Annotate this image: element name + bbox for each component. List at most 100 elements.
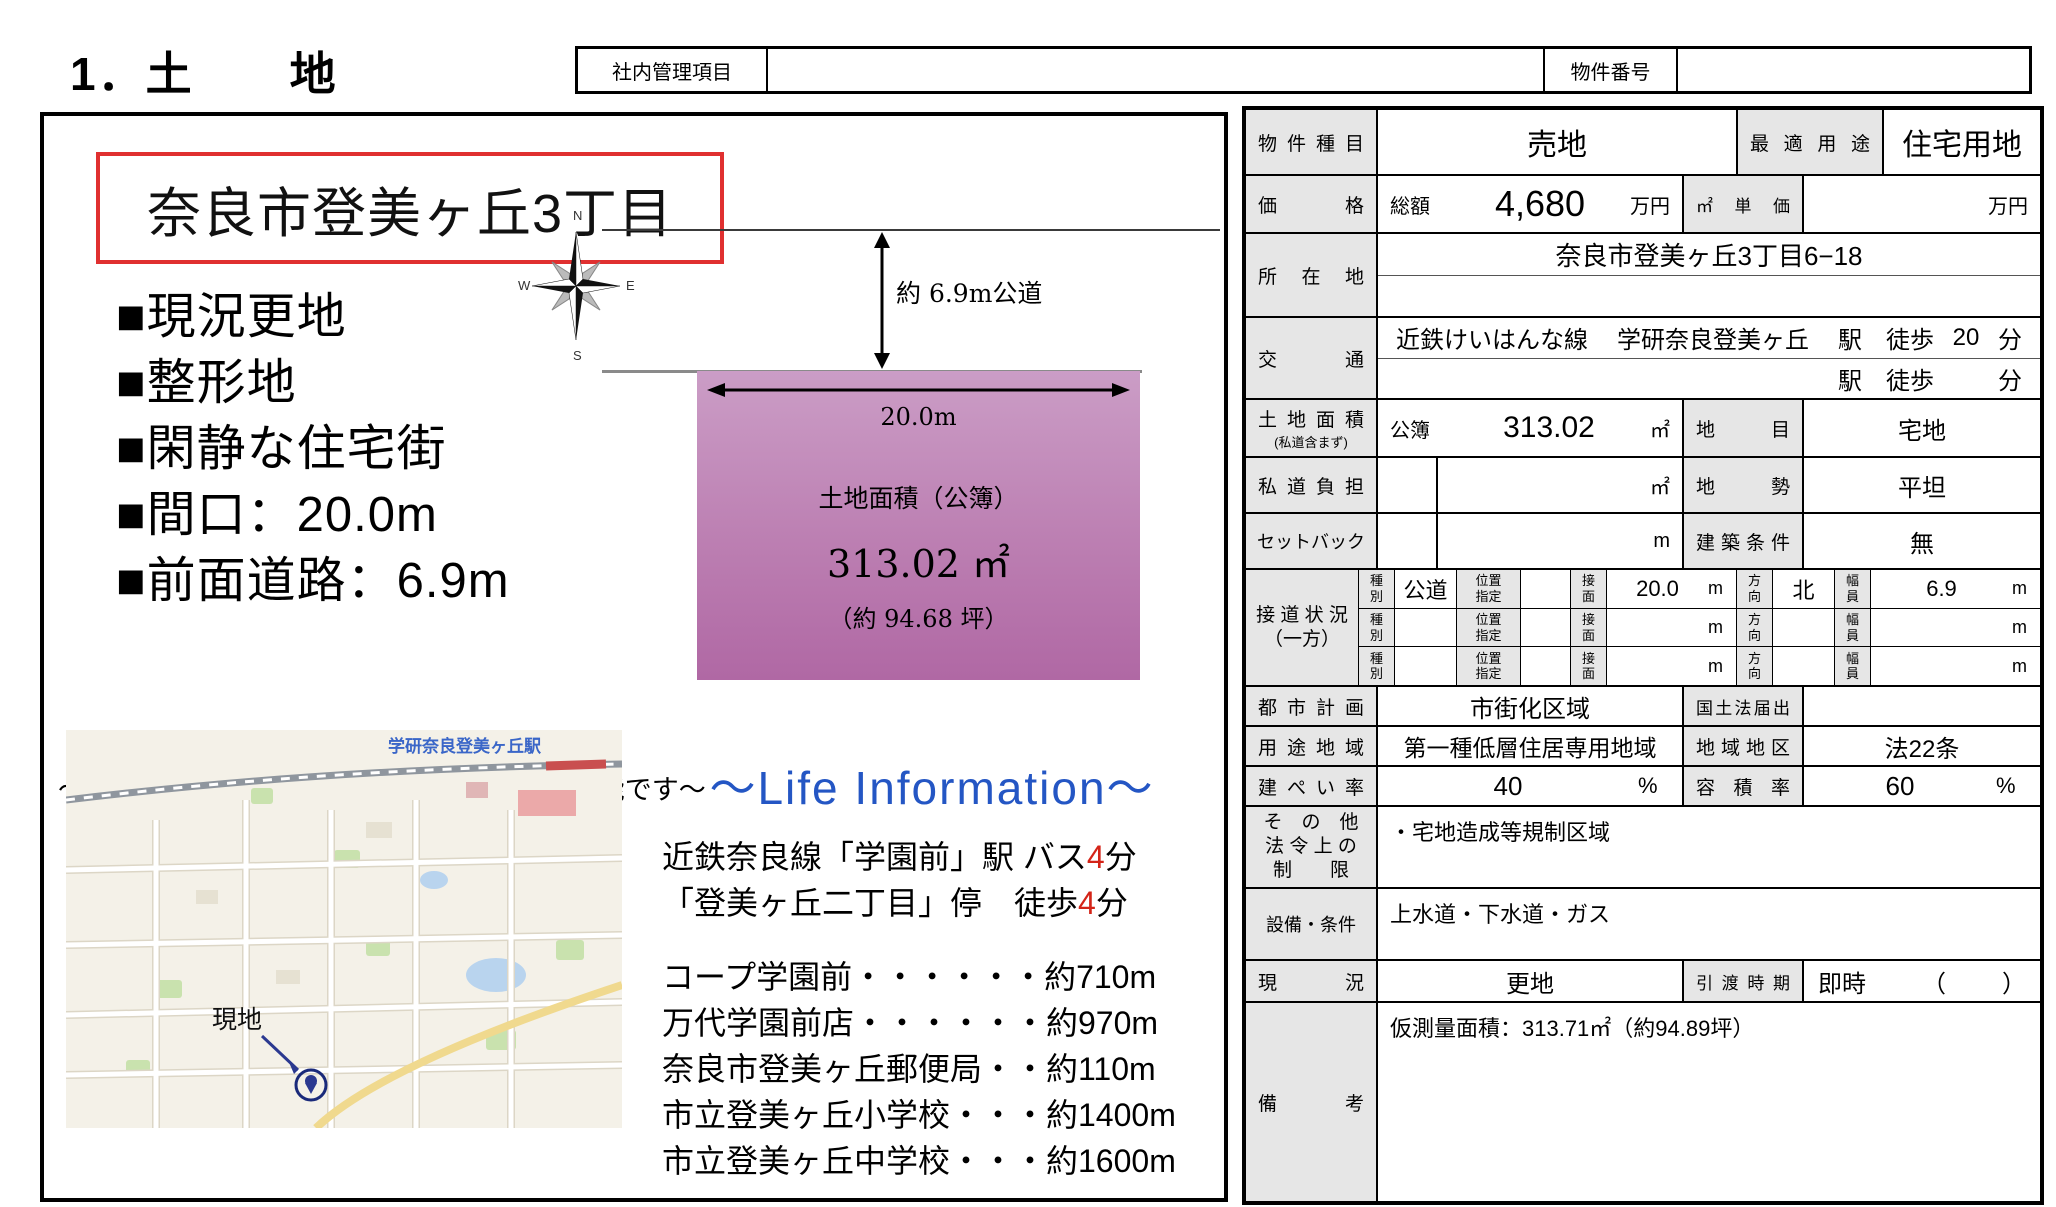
life-distances: コープ学園前・・・・・・約710m 万代学園前店・・・・・・約970m 奈良市登… (662, 954, 1176, 1184)
property-number-value (1678, 49, 2029, 91)
unit-price-label: ㎡単価 (1684, 192, 1802, 217)
page-title: 1．土 地 (70, 38, 338, 104)
facilities-label: 設備・条件 (1266, 911, 1356, 937)
private-road-label: 私道負担 (1246, 472, 1376, 499)
distance-line: コープ学園前・・・・・・約710m (662, 954, 1176, 1000)
floor-ratio-label: 容積率 (1684, 773, 1802, 800)
location-map: 学研奈良登美ヶ丘駅 現地 (66, 730, 622, 1128)
national-land-value (1804, 687, 2040, 725)
road-width-label: 約 6.9m公道 (896, 274, 1042, 310)
land-category-label: 地目 (1684, 415, 1802, 442)
life-information-title: 〜Life Information〜 (632, 752, 1232, 818)
distance-line: 万代学園前店・・・・・・約970m (662, 1000, 1176, 1046)
internal-management-value (768, 49, 1545, 91)
land-plot-shape: 20.0m 土地面積（公簿） 313.02 ㎡ （約 94.68 坪） (697, 371, 1140, 680)
feature-item: ■整形地 (116, 350, 510, 416)
handover-label: 引渡時期 (1684, 969, 1802, 994)
row-current-state: 現況 更地 引渡時期 即時 （ ） (1246, 959, 2040, 1001)
address-line2 (1378, 276, 2040, 317)
row-other-restrictions: そ の 他 法 令 上 の 制 限 ・宅地造成等規制区域 (1246, 805, 2040, 887)
national-land-label: 国土法届出 (1684, 694, 1802, 719)
row-price: 価格 総額 4,680 万円 ㎡単価 万円 (1246, 174, 2040, 232)
unit-price-unit: 万円 (1988, 190, 2028, 219)
property-type-value: 売地 (1378, 110, 1738, 174)
transport-walk-label2: 駅 徒歩 (1838, 361, 1934, 396)
city-plan-label: 都市計画 (1246, 693, 1376, 720)
road-access-row-3: 種別 位置指定 接面 m 方向 幅員 m (1359, 646, 2040, 685)
remarks-value: 仮測量面積：313.71㎡（約94.89坪） (1378, 1003, 2040, 1201)
land-area-value: 313.02 (1448, 411, 1650, 445)
map-site-label: 現地 (212, 1006, 262, 1034)
handover-value: 即時 (1818, 964, 1866, 999)
setback-label: セットバック (1257, 528, 1365, 554)
coverage-label: 建ぺい率 (1246, 773, 1376, 800)
life-access: 近鉄奈良線「学園前」駅 バス4分 「登美ヶ丘二丁目」停 徒歩4分 (662, 834, 1137, 926)
city-plan-value: 市街化区域 (1378, 687, 1684, 725)
compass-rose-icon: N E S W (516, 198, 636, 373)
row-facilities: 設備・条件 上水道・下水道・ガス (1246, 887, 2040, 959)
col-dir-label: 方向 (1747, 573, 1763, 604)
land-area-label: 土地面積 (1246, 405, 1376, 432)
price-label: 価格 (1246, 191, 1376, 218)
area-tsubo: （約 94.68 坪） (697, 599, 1140, 634)
terrain-label: 地勢 (1684, 472, 1802, 499)
current-state-label: 現況 (1246, 968, 1376, 995)
feature-item: ■間口：20.0m (116, 482, 510, 548)
frontage-arrow (707, 381, 1130, 399)
management-bar: 社内管理項目 物件番号 (575, 46, 2032, 94)
access-line: 近鉄奈良線「学園前」駅 バス4分 (662, 834, 1137, 880)
remarks-label: 備考 (1246, 1089, 1376, 1116)
row-property-type: 物件種目 売地 最適用途 住宅用地 (1246, 110, 2040, 174)
col-pos-label: 位置指定 (1474, 573, 1504, 604)
best-use-value: 住宅用地 (1884, 110, 2040, 174)
district-label: 地域地区 (1684, 733, 1802, 760)
feature-item: ■現況更地 (116, 284, 510, 350)
road-access-row-1: 種別 公道 位置指定 接面 20.0m 方向 北 幅員 6.9m (1359, 570, 2040, 608)
setback-small-cell (1378, 514, 1438, 568)
row-land-area: 土地面積 (私道含まず) 公簿 313.02 ㎡ 地目 宅地 (1246, 398, 2040, 456)
col-type-label: 種別 (1369, 573, 1385, 604)
private-road-small-cell (1378, 458, 1438, 512)
road-width-arrow (866, 232, 898, 369)
row-transport: 交通 近鉄けいはんな線 学研奈良登美ヶ丘 駅 徒歩 20 分 駅 徒歩 分 (1246, 316, 2040, 398)
price-total-value: 4,680 (1450, 183, 1630, 225)
property-number-label: 物件番号 (1545, 49, 1678, 91)
left-panel: 奈良市登美ヶ丘3丁目 ■現況更地 ■整形地 ■閑静な住宅街 ■間口：20.0m … (40, 112, 1228, 1202)
row-zoning: 用途地域 第一種低層住居専用地域 地域地区 法22条 (1246, 725, 2040, 765)
distance-line: 市立登美ヶ丘中学校・・・約1600m (662, 1138, 1176, 1184)
transport-railway: 近鉄けいはんな線 (1396, 320, 1588, 355)
svg-text:S: S (573, 348, 582, 363)
svg-text:N: N (573, 208, 582, 223)
road-type-value: 公道 (1395, 570, 1457, 608)
price-total-label: 総額 (1378, 190, 1450, 219)
transport-station: 学研奈良登美ヶ丘 (1617, 320, 1809, 355)
building-condition-value: 無 (1804, 514, 2040, 568)
frontage-label: 20.0m (697, 403, 1140, 431)
address-value: 奈良市登美ヶ丘3丁目6−18 (1378, 234, 2040, 276)
row-private-road: 私道負担 ㎡ 地勢 平坦 (1246, 456, 2040, 512)
coverage-value: 40 (1378, 771, 1638, 802)
access-line: 「登美ヶ丘二丁目」停 徒歩4分 (662, 880, 1137, 926)
feature-item: ■閑静な住宅街 (116, 416, 510, 482)
land-area-label-sub: (私道含まず) (1274, 432, 1348, 451)
road-access-row-2: 種別 位置指定 接面 m 方向 幅員 m (1359, 608, 2040, 647)
road-dir-value: 北 (1773, 570, 1835, 608)
row-road-access: 接 道 状 況 （一方） 種別 公道 位置指定 接面 20.0m 方向 北 幅員… (1246, 568, 2040, 685)
zoning-label: 用途地域 (1246, 733, 1376, 760)
feature-item: ■前面道路：6.9m (116, 548, 510, 614)
row-address: 所在地 奈良市登美ヶ丘3丁目6−18 (1246, 232, 2040, 316)
road-edge-line-upper (602, 229, 1220, 231)
row-coverage: 建ぺい率 40 % 容積率 60 % (1246, 765, 2040, 805)
price-total-unit: 万円 (1630, 190, 1682, 219)
private-road-unit: ㎡ (1650, 471, 1670, 500)
best-use-label: 最適用途 (1738, 129, 1882, 156)
property-detail-table: 物件種目 売地 最適用途 住宅用地 価格 総額 4,680 万円 ㎡単価 万円 … (1242, 106, 2044, 1205)
svg-text:E: E (626, 278, 635, 293)
road-access-label2: （一方） (1264, 628, 1340, 652)
distance-line: 奈良市登美ヶ丘郵便局・・約110m (662, 1046, 1176, 1092)
setback-unit: m (1653, 530, 1670, 553)
col-width-label: 幅員 (1845, 573, 1861, 604)
address-label: 所在地 (1246, 262, 1376, 289)
other-restrictions-value: ・宅地造成等規制区域 (1378, 807, 2040, 887)
terrain-value: 平坦 (1804, 458, 2040, 512)
